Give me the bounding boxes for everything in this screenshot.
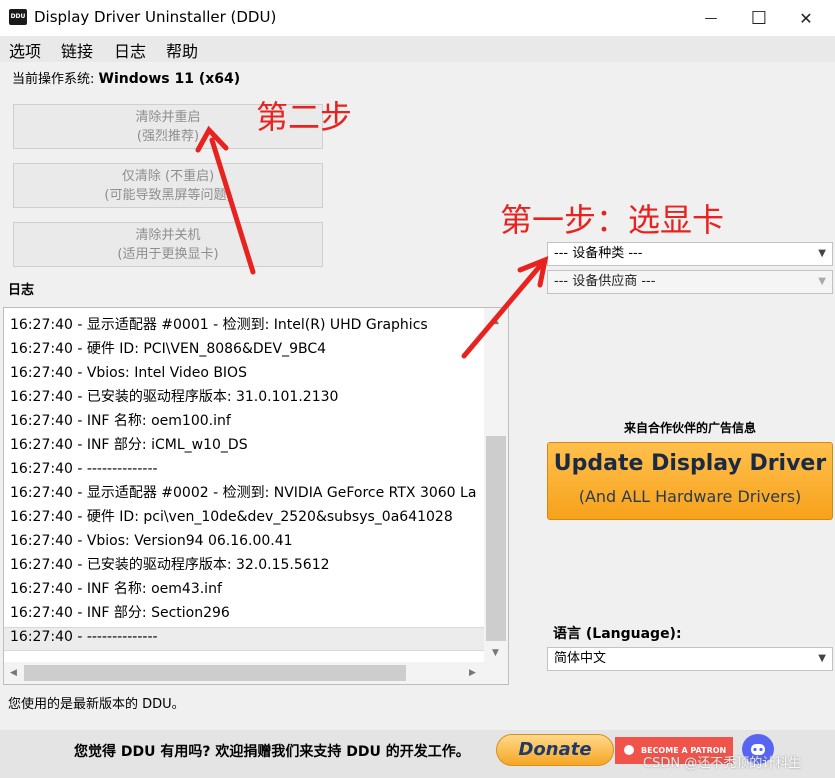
log-label: 日志 xyxy=(8,283,35,298)
language-value: 简体中文 xyxy=(554,651,607,666)
log-line: 16:27:40 - INF 部分: iCML_w10_DS xyxy=(10,437,248,453)
log-line: 16:27:40 - 硬件 ID: pci\ven_10de&dev_2520&… xyxy=(10,509,453,525)
button-sublabel: (可能导致黑屏等问题) xyxy=(104,187,232,203)
ad-title: Update Display Driver xyxy=(553,451,827,476)
minimize-button[interactable]: — xyxy=(688,0,734,36)
donate-button[interactable]: Donate xyxy=(496,734,614,766)
log-line: 16:27:40 - Vbios: Intel Video BIOS xyxy=(10,365,247,381)
annotation-step-two: 第二步 xyxy=(256,98,353,136)
log-horizontal-scroll-thumb[interactable] xyxy=(24,665,406,681)
window-title: Display Driver Uninstaller (DDU) xyxy=(34,8,277,26)
current-os: 当前操作系统: Windows 11 (x64) xyxy=(12,68,240,87)
log-line: 16:27:40 - -------------- xyxy=(10,461,158,477)
log-line: 16:27:40 - INF 部分: Section296 xyxy=(10,605,230,621)
menu-options[interactable]: 选项 xyxy=(9,38,41,62)
maximize-button[interactable]: ☐ xyxy=(736,0,782,36)
clean-and-shutdown-button[interactable]: 清除并关机 (适用于更换显卡) xyxy=(13,222,323,267)
button-sublabel: (适用于更换显卡) xyxy=(117,246,219,262)
annotation-step-one: 第一步：选显卡 xyxy=(500,201,725,239)
close-button[interactable]: ✕ xyxy=(783,0,829,36)
scroll-right-icon[interactable]: ▶ xyxy=(469,668,476,678)
scroll-up-icon[interactable]: ▲ xyxy=(492,316,499,326)
log-line: 16:27:40 - -------------- xyxy=(10,629,158,645)
log-line: 16:27:40 - 显示适配器 #0002 - 检测到: NVIDIA GeF… xyxy=(10,485,477,501)
language-label: 语言 (Language): xyxy=(553,626,682,642)
update-driver-ad-banner[interactable]: Update Display Driver (And ALL Hardware … xyxy=(547,442,833,520)
device-type-value: --- 设备种类 --- xyxy=(554,246,643,261)
log-line: 16:27:40 - 显示适配器 #0001 - 检测到: Intel(R) U… xyxy=(10,317,428,333)
log-line: 16:27:40 - 硬件 ID: PCI\VEN_8086&DEV_9BC4 xyxy=(10,341,327,357)
menu-log[interactable]: 日志 xyxy=(114,38,146,62)
log-line: 16:27:40 - 已安装的驱动程序版本: 31.0.101.2130 xyxy=(10,389,339,405)
close-icon: ✕ xyxy=(799,8,813,28)
patreon-icon xyxy=(624,745,634,755)
chevron-down-icon: ▼ xyxy=(818,276,826,287)
clean-only-button[interactable]: 仅清除 (不重启) (可能导致黑屏等问题) xyxy=(13,163,323,208)
minimize-icon: — xyxy=(704,10,718,26)
button-label: 仅清除 (不重启) xyxy=(121,168,215,184)
ad-subtitle: (And ALL Hardware Drivers) xyxy=(578,487,802,506)
button-label: 清除并关机 xyxy=(135,227,201,243)
os-label: 当前操作系统: xyxy=(12,72,99,87)
menu-help[interactable]: 帮助 xyxy=(166,38,198,62)
csdn-watermark: CSDN @还不秃顶的计科生 xyxy=(643,756,802,771)
log-line: 16:27:40 - Vbios: Version94 06.16.00.41 xyxy=(10,533,293,549)
log-line: 16:27:40 - INF 名称: oem43.inf xyxy=(10,581,222,597)
arrowhead-icon xyxy=(517,255,549,288)
donate-message: 您觉得 DDU 有用吗? 欢迎捐赠我们来支持 DDU 的开发工作。 xyxy=(74,744,470,760)
os-value: Windows 11 (x64) xyxy=(98,71,241,87)
maximize-icon: ☐ xyxy=(750,7,768,29)
device-vendor-select[interactable]: --- 设备供应商 --- ▼ xyxy=(547,270,833,294)
status-message: 您使用的是最新版本的 DDU。 xyxy=(8,697,185,712)
language-select[interactable]: 简体中文 ▼ xyxy=(547,647,833,671)
device-type-select[interactable]: --- 设备种类 --- ▼ xyxy=(547,242,833,266)
chevron-down-icon: ▼ xyxy=(818,248,826,259)
scroll-left-icon[interactable]: ◀ xyxy=(10,668,17,678)
log-line: 16:27:40 - INF 名称: oem100.inf xyxy=(10,413,231,429)
ad-label: 来自合作伙伴的广告信息 xyxy=(623,421,756,435)
ddu-app-icon: DDU xyxy=(9,9,27,25)
scroll-down-icon[interactable]: ▼ xyxy=(492,648,499,658)
log-list[interactable]: 16:27:40 - 显示适配器 #0001 - 检测到: Intel(R) U… xyxy=(3,307,509,685)
log-line: 16:27:40 - 已安装的驱动程序版本: 32.0.15.5612 xyxy=(10,557,330,573)
log-vertical-scroll-thumb[interactable] xyxy=(486,436,506,641)
device-vendor-value: --- 设备供应商 --- xyxy=(554,274,656,289)
chevron-down-icon: ▼ xyxy=(818,653,826,664)
menu-links[interactable]: 链接 xyxy=(61,38,93,62)
